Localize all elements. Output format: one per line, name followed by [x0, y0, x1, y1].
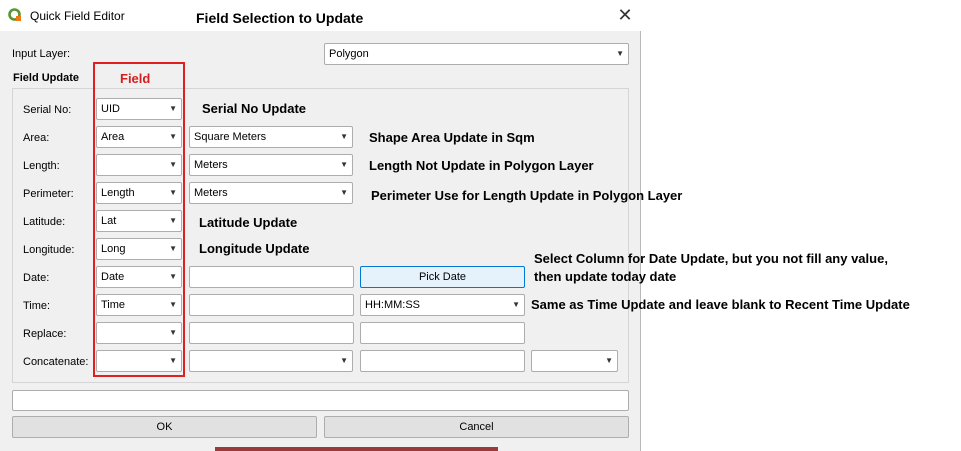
- time-value-input[interactable]: [189, 294, 354, 316]
- latitude-label: Latitude:: [23, 216, 66, 228]
- input-layer-label: Input Layer:: [12, 48, 71, 60]
- chevron-down-icon: ▼: [340, 132, 348, 141]
- window-title: Quick Field Editor: [30, 9, 125, 23]
- perimeter-unit-value: Meters: [194, 187, 228, 199]
- annotation-longitude: Longitude Update: [199, 241, 310, 256]
- chevron-down-icon: ▼: [616, 49, 624, 58]
- close-icon[interactable]: ✕: [610, 3, 640, 27]
- area-label: Area:: [23, 132, 50, 144]
- input-layer-select[interactable]: Polygon ▼: [324, 43, 629, 65]
- chevron-down-icon: ▼: [605, 356, 613, 365]
- serial-label: Serial No:: [23, 104, 72, 116]
- concatenate-label: Concatenate:: [23, 356, 89, 368]
- annotation-date-line1: Select Column for Date Update, but you n…: [534, 251, 888, 266]
- annotation-area: Shape Area Update in Sqm: [369, 130, 535, 145]
- chevron-down-icon: ▼: [512, 300, 520, 309]
- length-unit-select[interactable]: Meters ▼: [189, 154, 353, 176]
- annotation-time: Same as Time Update and leave blank to R…: [531, 297, 910, 312]
- input-layer-value: Polygon: [329, 48, 369, 60]
- field-annotation-label: Field: [120, 71, 151, 86]
- replace-label: Replace:: [23, 328, 67, 340]
- longitude-label: Longitude:: [23, 244, 75, 256]
- chevron-down-icon: ▼: [340, 356, 348, 365]
- length-unit-value: Meters: [194, 159, 228, 171]
- replace-find-input[interactable]: [189, 322, 354, 344]
- background-window-edge: [215, 447, 498, 451]
- pick-date-button[interactable]: Pick Date: [360, 266, 525, 288]
- annotation-length: Length Not Update in Polygon Layer: [369, 158, 594, 173]
- annotation-date-line2: then update today date: [534, 269, 677, 284]
- chevron-down-icon: ▼: [340, 188, 348, 197]
- perimeter-label: Perimeter:: [23, 188, 74, 200]
- status-field[interactable]: [12, 390, 629, 411]
- chevron-down-icon: ▼: [340, 160, 348, 169]
- time-format-select[interactable]: HH:MM:SS ▼: [360, 294, 525, 316]
- annotation-serial: Serial No Update: [202, 101, 307, 116]
- length-label: Length:: [23, 160, 60, 172]
- date-label: Date:: [23, 272, 50, 284]
- ok-button[interactable]: OK: [12, 416, 317, 438]
- concatenate-field3-select[interactable]: ▼: [531, 350, 618, 372]
- perimeter-unit-select[interactable]: Meters ▼: [189, 182, 353, 204]
- concatenate-field2-select[interactable]: ▼: [189, 350, 353, 372]
- cancel-button[interactable]: Cancel: [324, 416, 629, 438]
- date-value-input[interactable]: [189, 266, 354, 288]
- annotation-perimeter: Perimeter Use for Length Update in Polyg…: [371, 188, 683, 203]
- qgis-logo-icon: [8, 8, 22, 22]
- area-unit-value: Square Meters: [194, 131, 267, 143]
- time-format-value: HH:MM:SS: [365, 299, 420, 311]
- annotation-latitude: Latitude Update: [199, 215, 298, 230]
- time-label: Time:: [23, 300, 51, 312]
- area-unit-select[interactable]: Square Meters ▼: [189, 126, 353, 148]
- field-update-group-title: Field Update: [13, 72, 80, 84]
- concatenate-separator-input[interactable]: [360, 350, 525, 372]
- replace-with-input[interactable]: [360, 322, 525, 344]
- annotation-heading: Field Selection to Update: [196, 10, 364, 26]
- field-column-highlight: [93, 62, 185, 377]
